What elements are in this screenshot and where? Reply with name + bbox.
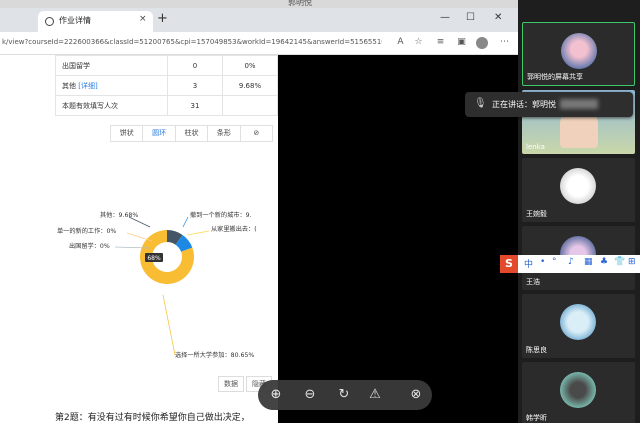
grid-menu-icon[interactable]: ⊞: [628, 257, 636, 267]
leader-line: [186, 230, 210, 236]
row-count: 3: [167, 75, 223, 96]
favorite-icon[interactable]: ☆: [412, 36, 425, 49]
donut-chart: 68% 其他：9.68% 撤到一个新的城市：9. 从家里搬出去：( 单一的新的工作：0%…: [57, 211, 257, 359]
emoji-icon[interactable]: °: [552, 257, 557, 267]
table-row: 本题有效填写人次 31: [55, 95, 278, 116]
row-label: 本题有效填写人次: [55, 95, 168, 116]
slice-label: 其他：9.68%: [100, 211, 138, 219]
participant-tile[interactable]: 王婉毅: [522, 158, 635, 222]
row-count: 31: [167, 95, 223, 116]
slice-label: 出国留学：0%: [69, 242, 110, 250]
participant-tile[interactable]: 韩学昕: [522, 362, 635, 423]
rotate-icon[interactable]: ↻: [335, 386, 353, 404]
row-percent: 0%: [222, 55, 278, 76]
new-tab-button[interactable]: +: [157, 11, 168, 26]
participant-name: 王婉毅: [526, 210, 547, 218]
keyboard-icon[interactable]: ▦: [584, 257, 593, 267]
participant-panel: 郭明悦的屏幕共享 lenka 王婉毅 王浩 陈思良 韩学昕: [518, 0, 640, 423]
meeting-title: 郭明悦: [288, 0, 312, 7]
address-bar[interactable]: k/view?courseId=222600366&classId=512007…: [0, 32, 518, 55]
participant-tile[interactable]: 陈思良: [522, 294, 635, 358]
slice-label: 单一的新的工作：0%: [57, 227, 116, 235]
tab-close-icon[interactable]: ×: [139, 14, 147, 24]
tab-disable[interactable]: ⊘: [241, 126, 272, 141]
browser-window: 作业详情 × + — ☐ ✕ k/view?courseId=222600366…: [0, 8, 518, 423]
center-label: 68%: [147, 255, 161, 262]
maximize-button[interactable]: ☐: [466, 12, 475, 23]
browser-tab[interactable]: 作业详情 ×: [38, 11, 153, 32]
row-count: 0: [167, 55, 223, 76]
globe-icon: [45, 17, 54, 26]
leader-line: [126, 232, 153, 242]
tab-donut[interactable]: 圆环: [143, 126, 176, 141]
sogou-logo-icon[interactable]: S: [500, 255, 518, 273]
zoom-out-icon[interactable]: ⊖: [301, 386, 319, 404]
leader-line: [162, 294, 176, 356]
question-2-title: 第2题：有没有过有时候你希望你自己做出决定，: [55, 413, 250, 423]
page-content: 出国留学 0 0% 其他 [详细] 3 9.68% 本题有效填写人次 31 饼状…: [0, 55, 278, 423]
table-row: 其他 [详细] 3 9.68%: [55, 75, 278, 96]
avatar: [560, 168, 596, 204]
speaking-label: 正在讲话：郭明悦: [492, 100, 556, 109]
slice-label: 从家里搬出去：(: [211, 225, 257, 233]
collections-icon[interactable]: ▣: [455, 36, 468, 49]
tab-title: 作业详情: [59, 16, 91, 25]
speaking-indicator: 🎙 正在讲话：郭明悦: [465, 92, 633, 117]
avatar: [560, 304, 596, 340]
profile-avatar[interactable]: [476, 37, 488, 49]
row-percent: [222, 95, 278, 116]
slice-label: 撤到一个新的城市：9.: [190, 211, 252, 219]
voice-icon[interactable]: ♪: [568, 257, 574, 267]
ime-toolbar: S 中 • ° ♪ ▦ ♣ 👕 ⊞: [500, 255, 640, 273]
tab-pie[interactable]: 饼状: [111, 126, 144, 141]
chinese-mode-icon[interactable]: 中: [524, 257, 533, 270]
read-aloud-icon[interactable]: A: [394, 36, 407, 49]
avatar: [561, 33, 597, 69]
participant-name: 王浩: [526, 278, 540, 286]
slice-label: 选择一所大学参加：80.65%: [175, 351, 254, 359]
participant-name: 陈思良: [526, 346, 547, 354]
favorites-list-icon[interactable]: ≡: [434, 36, 447, 49]
row-label: 出国留学: [55, 55, 168, 76]
detail-link[interactable]: [详细]: [78, 82, 97, 90]
table-row: 出国留学 0 0%: [55, 55, 278, 76]
participant-name: lenka: [526, 143, 545, 151]
participant-name: 郭明悦的屏幕共享: [527, 73, 583, 81]
screen: 郭明悦 作业详情 × + — ☐ ✕ k/view?courseId=22260…: [0, 0, 640, 423]
row-label: 其他: [62, 81, 76, 90]
zoom-in-icon[interactable]: ⊕: [267, 386, 285, 404]
viewer-toolbar: ⊕ ⊖ ↻ ⚠ ⊗: [258, 380, 432, 410]
close-window-button[interactable]: ✕: [494, 12, 502, 23]
url-text[interactable]: k/view?courseId=222600366&classId=512007…: [2, 38, 382, 46]
more-icon[interactable]: ⋯: [498, 36, 511, 49]
shirt-icon[interactable]: 👕: [614, 257, 625, 267]
microphone-icon: 🎙: [474, 98, 487, 109]
skin-icon[interactable]: ♣: [600, 257, 608, 267]
avatar: [560, 372, 596, 408]
row-label-cell: 其他 [详细]: [55, 75, 168, 96]
warning-icon[interactable]: ⚠: [366, 386, 384, 404]
tab-bar: 作业详情 × + — ☐ ✕: [0, 8, 518, 32]
leader-line: [182, 216, 189, 228]
tab-bar[interactable]: 条形: [208, 126, 241, 141]
tab-column[interactable]: 柱状: [176, 126, 209, 141]
chart-type-tabs: 饼状 圆环 柱状 条形 ⊘: [110, 125, 273, 142]
minimize-button[interactable]: —: [440, 12, 450, 23]
participant-tile[interactable]: 郭明悦的屏幕共享: [522, 22, 635, 86]
close-viewer-icon[interactable]: ⊗: [407, 386, 425, 404]
stats-table: 出国留学 0 0% 其他 [详细] 3 9.68% 本题有效填写人次 31: [55, 55, 278, 116]
data-button[interactable]: 数据: [218, 376, 244, 392]
punctuation-icon[interactable]: •: [540, 257, 545, 267]
blurred-name: [560, 99, 598, 109]
participant-name: 韩学昕: [526, 414, 547, 422]
row-percent: 9.68%: [222, 75, 278, 96]
